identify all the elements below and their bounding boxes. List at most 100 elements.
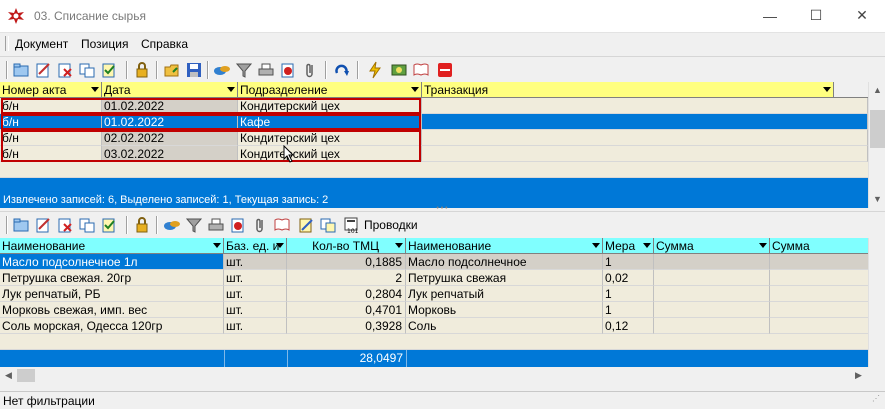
dropdown-arrow-icon[interactable]	[823, 87, 831, 92]
book-icon[interactable]	[273, 216, 291, 234]
item-name-2-cell[interactable]: Петрушка свежая	[406, 270, 603, 286]
quantity-cell[interactable]: 2	[287, 270, 406, 286]
sum-cell[interactable]	[654, 286, 770, 302]
money-icon[interactable]	[390, 61, 408, 79]
scroll-left-arrow-icon[interactable]: ◀	[0, 367, 17, 384]
refresh-data-icon[interactable]	[213, 61, 231, 79]
item-name-2-cell[interactable]: Лук репчатый	[406, 286, 603, 302]
column-header-sum-2[interactable]: Сумма	[770, 238, 868, 254]
sum-cell[interactable]	[654, 270, 770, 286]
sum-cell[interactable]	[654, 318, 770, 334]
delete-document-icon[interactable]	[56, 61, 74, 79]
dropdown-arrow-icon[interactable]	[395, 243, 403, 248]
edit-document-icon[interactable]	[34, 61, 52, 79]
dropdown-arrow-icon[interactable]	[91, 87, 99, 92]
quantity-cell[interactable]: 0,1885	[287, 254, 406, 270]
column-header-date[interactable]: Дата	[102, 82, 238, 98]
scroll-right-arrow-icon[interactable]: ▶	[850, 367, 867, 384]
item-name-cell[interactable]: Масло подсолнечное 1л	[0, 254, 224, 270]
item-name-cell[interactable]: Лук репчатый, РБ	[0, 286, 224, 302]
document-check-icon[interactable]	[100, 216, 118, 234]
column-header-name[interactable]: Наименование	[0, 238, 224, 254]
filter-icon[interactable]	[185, 216, 203, 234]
quantity-cell[interactable]: 0,3928	[287, 318, 406, 334]
positions-horizontal-scrollbar[interactable]: ◀ ▶	[0, 367, 885, 384]
report-icon[interactable]	[279, 61, 297, 79]
scroll-up-arrow-icon[interactable]: ▲	[869, 82, 885, 99]
lightning-icon[interactable]	[366, 61, 384, 79]
open-file-icon[interactable]	[163, 61, 181, 79]
print-icon[interactable]	[207, 216, 225, 234]
dropdown-arrow-icon[interactable]	[592, 243, 600, 248]
sum-2-cell[interactable]	[770, 318, 868, 334]
dropdown-arrow-icon[interactable]	[213, 243, 221, 248]
column-header-name-2[interactable]: Наименование	[406, 238, 603, 254]
column-header-quantity[interactable]: Кол-во ТМЦ	[287, 238, 406, 254]
menu-position[interactable]: Позиция	[81, 37, 128, 51]
close-button[interactable]: ✕	[839, 0, 885, 31]
lock-icon[interactable]	[133, 61, 151, 79]
minimize-button[interactable]: —	[747, 0, 793, 31]
positions-vertical-scrollbar[interactable]	[868, 238, 885, 367]
column-header-measure[interactable]: Мера	[603, 238, 654, 254]
column-header-transaction[interactable]: Транзакция	[422, 82, 834, 98]
column-header-sum[interactable]: Сумма	[654, 238, 770, 254]
base-unit-cell[interactable]: шт.	[224, 318, 287, 334]
stop-icon[interactable]	[436, 61, 454, 79]
copy-document-icon[interactable]	[78, 216, 96, 234]
item-name-2-cell[interactable]: Морковь	[406, 302, 603, 318]
column-header-department[interactable]: Подразделение	[238, 82, 422, 98]
open-folder-icon[interactable]	[12, 216, 30, 234]
menu-help[interactable]: Справка	[141, 37, 188, 51]
edit-document-icon[interactable]	[34, 216, 52, 234]
attachment-icon[interactable]	[251, 216, 269, 234]
edit-note-icon[interactable]	[297, 216, 315, 234]
filter-icon[interactable]	[235, 61, 253, 79]
sum-2-cell[interactable]	[770, 286, 868, 302]
dropdown-arrow-icon[interactable]	[643, 243, 651, 248]
dropdown-arrow-icon[interactable]	[227, 87, 235, 92]
base-unit-cell[interactable]: шт.	[224, 286, 287, 302]
quantity-cell[interactable]: 0,4701	[287, 302, 406, 318]
dropdown-arrow-icon[interactable]	[411, 87, 419, 92]
dropdown-arrow-icon[interactable]	[759, 243, 767, 248]
item-name-2-cell[interactable]: Соль	[406, 318, 603, 334]
maximize-button[interactable]: ☐	[793, 0, 839, 31]
base-unit-cell[interactable]: шт.	[224, 254, 287, 270]
measure-cell[interactable]: 1	[603, 302, 654, 318]
transaction-cell[interactable]	[422, 130, 868, 146]
scroll-thumb[interactable]	[870, 110, 885, 148]
base-unit-cell[interactable]: шт.	[224, 270, 287, 286]
sum-cell[interactable]	[654, 254, 770, 270]
copy-check-icon[interactable]	[319, 216, 337, 234]
sum-2-cell[interactable]	[770, 270, 868, 286]
sum-2-cell[interactable]	[770, 254, 868, 270]
sum-2-cell[interactable]	[770, 302, 868, 318]
acts-vertical-scrollbar[interactable]: ▲ ▼	[868, 82, 885, 208]
refresh-data-icon[interactable]	[163, 216, 181, 234]
measure-cell[interactable]: 1	[603, 286, 654, 302]
column-header-base-unit[interactable]: Баз. ед. и	[224, 238, 287, 254]
quantity-cell[interactable]: 0,2804	[287, 286, 406, 302]
scroll-thumb[interactable]	[17, 369, 35, 382]
attachment-icon[interactable]	[301, 61, 319, 79]
resize-grip-icon[interactable]: ⋰	[872, 395, 882, 406]
delete-document-icon[interactable]	[56, 216, 74, 234]
measure-cell[interactable]: 1	[603, 254, 654, 270]
menu-document[interactable]: Документ	[15, 37, 68, 51]
transaction-cell[interactable]	[422, 114, 868, 130]
transaction-cell[interactable]	[422, 98, 868, 114]
print-icon[interactable]	[257, 61, 275, 79]
measure-cell[interactable]: 0,12	[603, 318, 654, 334]
measure-cell[interactable]: 0,02	[603, 270, 654, 286]
transaction-cell[interactable]	[422, 146, 868, 162]
reload-icon[interactable]	[333, 61, 351, 79]
column-header-act-number[interactable]: Номер акта	[0, 82, 102, 98]
copy-document-icon[interactable]	[78, 61, 96, 79]
book-icon[interactable]	[412, 61, 430, 79]
base-unit-cell[interactable]: шт.	[224, 302, 287, 318]
report-icon[interactable]	[229, 216, 247, 234]
dropdown-arrow-icon[interactable]	[276, 243, 284, 248]
item-name-cell[interactable]: Соль морская, Одесса 120гр	[0, 318, 224, 334]
open-folder-icon[interactable]	[12, 61, 30, 79]
